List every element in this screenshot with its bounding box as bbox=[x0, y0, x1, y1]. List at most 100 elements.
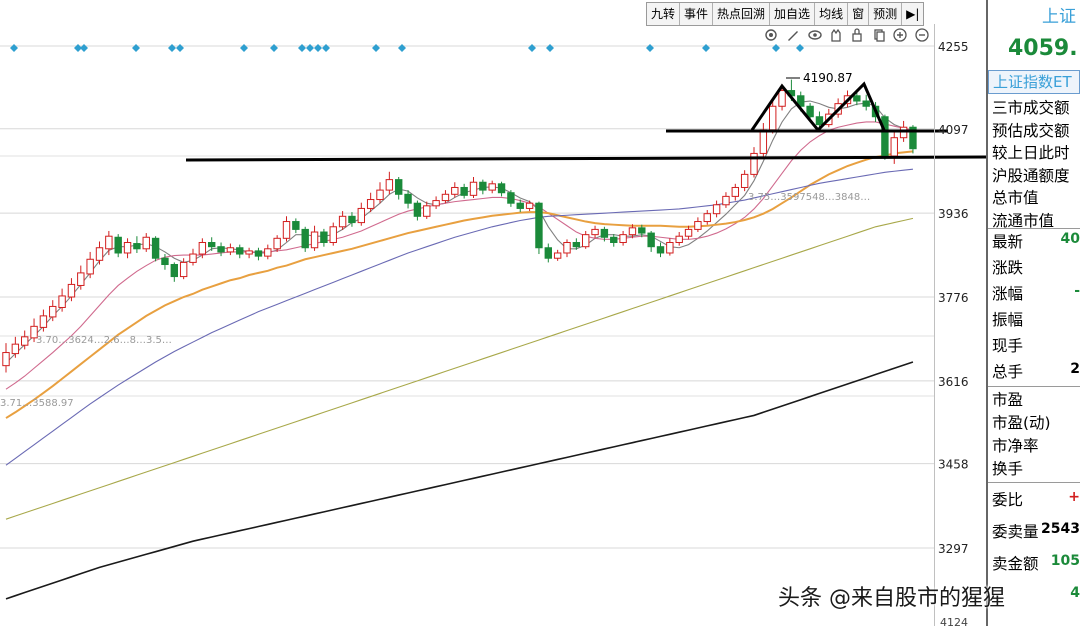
candle-body bbox=[21, 336, 29, 346]
candle-body bbox=[628, 227, 637, 236]
event-marker bbox=[132, 44, 140, 52]
candle-body bbox=[357, 207, 366, 224]
candle-body bbox=[404, 193, 412, 204]
candle-body bbox=[675, 235, 683, 244]
zoom-in-icon[interactable] bbox=[893, 28, 907, 42]
candle-body bbox=[310, 231, 319, 249]
candle-body bbox=[292, 221, 300, 230]
candle-body bbox=[11, 343, 20, 355]
event-marker bbox=[796, 44, 804, 52]
index-name: 上证 bbox=[1042, 7, 1076, 27]
event-marker bbox=[546, 44, 554, 52]
candle-body bbox=[432, 200, 440, 207]
zoom-out-icon[interactable] bbox=[915, 28, 929, 42]
candle-body bbox=[226, 247, 235, 253]
candle-body bbox=[236, 247, 244, 255]
index-tab[interactable]: 上证指数ET bbox=[988, 70, 1080, 94]
candle-body bbox=[217, 246, 225, 253]
candle-body bbox=[516, 202, 524, 209]
event-marker bbox=[168, 44, 176, 52]
candle-body bbox=[469, 181, 478, 196]
quote-label: 较上日此时 bbox=[992, 144, 1070, 162]
candle-body bbox=[610, 236, 618, 244]
candle-body bbox=[703, 213, 711, 223]
quote-label: 换手 bbox=[992, 460, 1024, 478]
candle-body bbox=[507, 192, 515, 204]
copy-icon[interactable] bbox=[874, 29, 885, 42]
candle-body bbox=[815, 116, 824, 126]
y-tick-label: 4255 bbox=[938, 40, 969, 54]
candlestick-chart[interactable]: 3.75…3597548…3848… 3.70…3624…2.6…8…3.5… 3.… bbox=[0, 0, 986, 626]
candle-body bbox=[366, 199, 375, 209]
candle-body bbox=[395, 179, 403, 195]
candle-body bbox=[497, 183, 506, 194]
settings-icon[interactable] bbox=[765, 29, 777, 41]
quote-label: 委卖量 bbox=[992, 523, 1039, 541]
candle-body bbox=[853, 95, 861, 102]
candle-body bbox=[647, 232, 655, 248]
candle-body bbox=[890, 137, 898, 157]
candle-body bbox=[273, 237, 281, 250]
candle-body bbox=[712, 204, 721, 215]
candle-body bbox=[460, 186, 468, 196]
draw-icon[interactable] bbox=[788, 31, 798, 41]
candle-body bbox=[684, 228, 693, 237]
event-marker bbox=[176, 44, 184, 52]
event-marker bbox=[314, 44, 322, 52]
candle-body bbox=[553, 252, 562, 259]
candle-body bbox=[376, 189, 384, 201]
event-marker bbox=[298, 44, 306, 52]
candle-body bbox=[2, 352, 10, 367]
candle-body bbox=[544, 247, 552, 259]
candle-body bbox=[488, 183, 496, 191]
event-marker bbox=[322, 44, 330, 52]
ma-label: 3.70…3624…2.6…8…3.5… bbox=[36, 335, 172, 346]
panel-divider bbox=[988, 482, 1080, 483]
candle-body bbox=[769, 105, 777, 131]
y-tick-label: 3776 bbox=[938, 291, 969, 305]
candle-body bbox=[423, 205, 431, 217]
quote-label: 市盈 bbox=[992, 391, 1024, 409]
quote-label: 预估成交额 bbox=[992, 121, 1070, 140]
y-tick-label: 4097 bbox=[938, 123, 969, 137]
candle-body bbox=[385, 179, 394, 191]
y-tick-label-cut: 4124 bbox=[940, 616, 968, 629]
candle-body bbox=[58, 295, 66, 308]
quote-label: 卖金额 bbox=[992, 555, 1039, 573]
candle-body bbox=[329, 226, 337, 244]
quote-value: 2 bbox=[1070, 361, 1080, 377]
candle-body bbox=[348, 215, 356, 224]
candle-body bbox=[208, 242, 216, 248]
quote-value: 105 bbox=[1050, 553, 1080, 569]
quote-value: 2543 bbox=[1041, 521, 1080, 537]
quote-label: 沪股通额度 bbox=[992, 166, 1070, 185]
moving-averages bbox=[5, 100, 914, 600]
ma-line bbox=[5, 100, 914, 364]
candle-body bbox=[123, 242, 132, 254]
quote-label: 最新 bbox=[992, 233, 1024, 251]
candle-body bbox=[600, 228, 609, 238]
candle-body bbox=[731, 186, 739, 197]
y-tick-label: 3458 bbox=[938, 458, 969, 472]
candle-body bbox=[694, 221, 702, 230]
panel-divider bbox=[988, 386, 1080, 387]
candle-body bbox=[441, 193, 450, 202]
event-marker bbox=[240, 44, 248, 52]
ma-label: 3.71…3588.97 bbox=[0, 398, 74, 409]
lock-icon[interactable] bbox=[852, 28, 862, 42]
candle-body bbox=[77, 272, 85, 286]
ma-line bbox=[5, 121, 914, 390]
hand-icon[interactable] bbox=[831, 28, 841, 42]
eye-icon[interactable] bbox=[808, 30, 822, 40]
y-tick-label: 3297 bbox=[938, 542, 969, 556]
ma-line bbox=[5, 217, 914, 520]
quote-value: 40 bbox=[1060, 231, 1080, 247]
candle-body bbox=[862, 100, 870, 107]
candle-body bbox=[656, 246, 665, 254]
candle-body bbox=[338, 215, 347, 228]
candle-body bbox=[525, 202, 534, 209]
watermark: 头条 @来自股市的猩猩 bbox=[778, 586, 1005, 611]
candle-body bbox=[740, 173, 749, 188]
event-marker bbox=[646, 44, 654, 52]
event-marker bbox=[372, 44, 380, 52]
